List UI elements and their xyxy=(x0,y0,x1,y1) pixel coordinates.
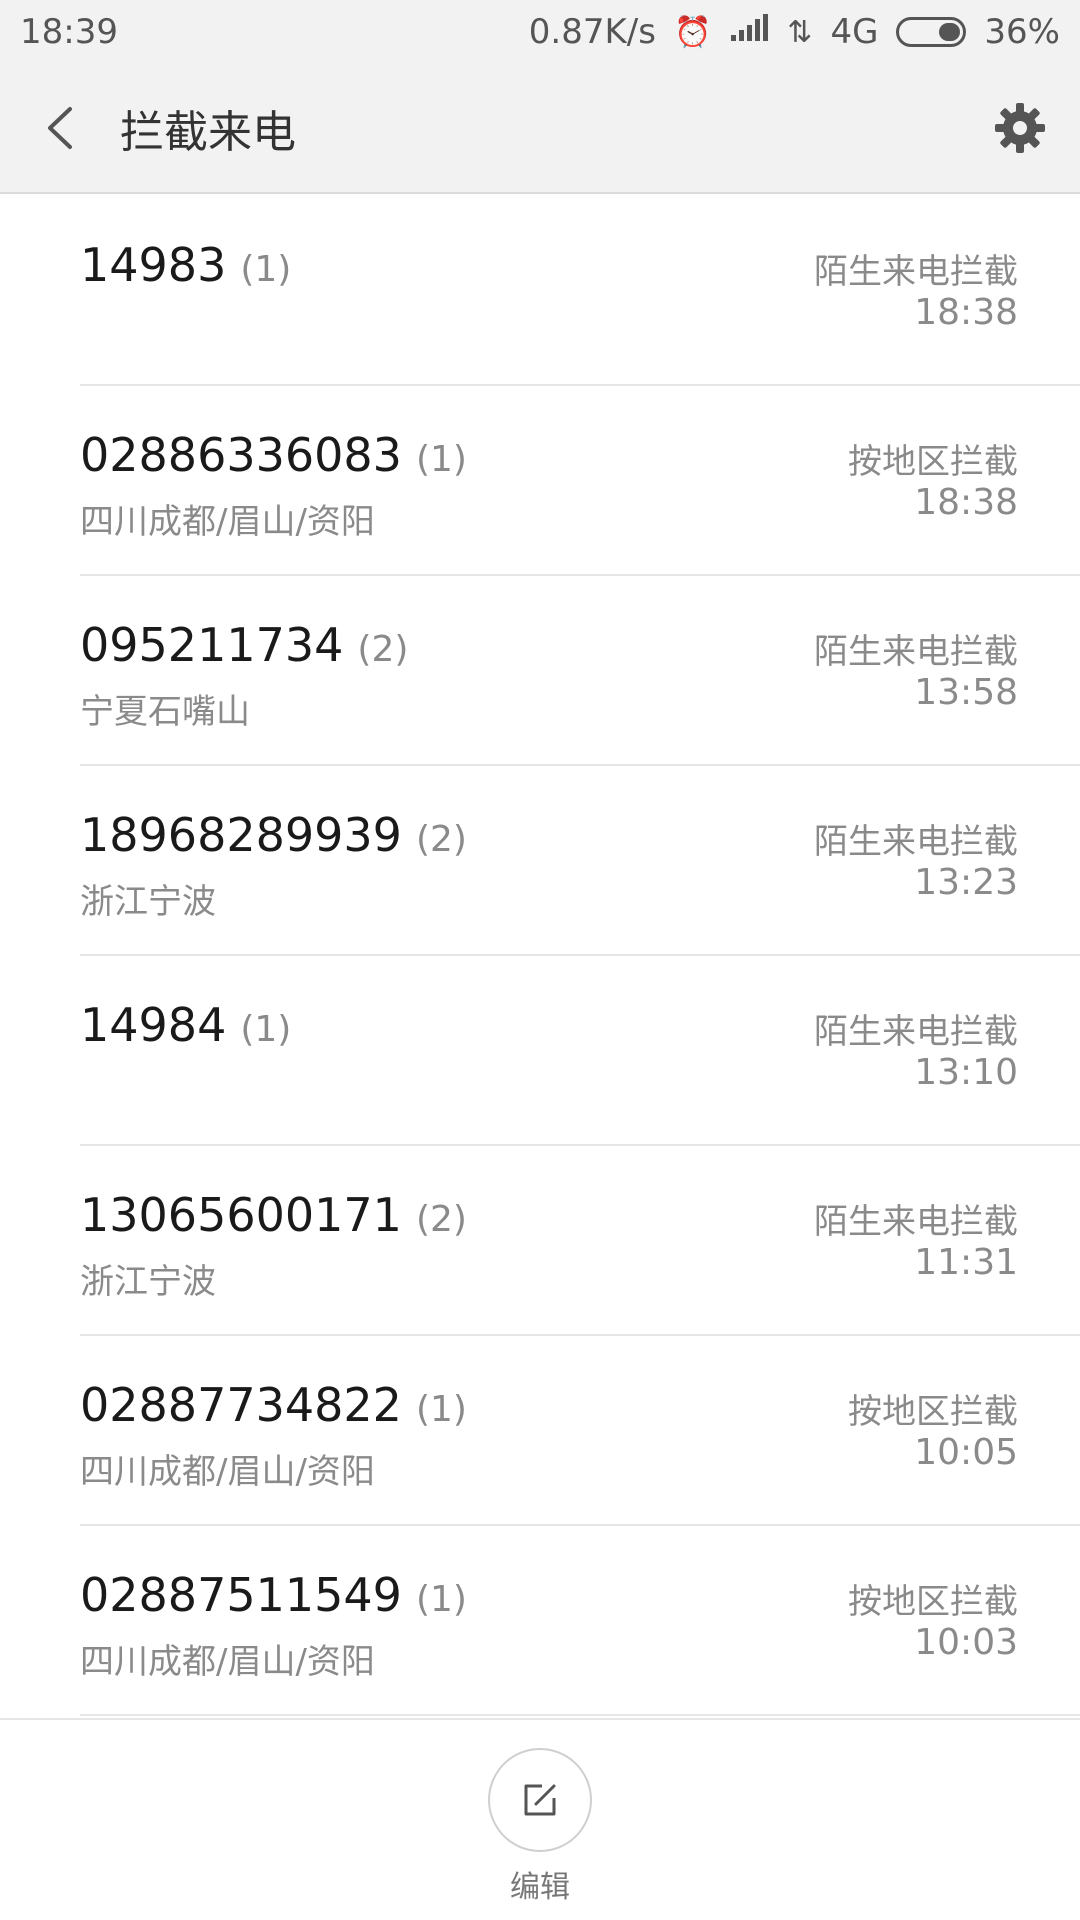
call-row-1[interactable]: 14983 (1) 陌生来电拦截 18:38 xyxy=(80,196,1080,386)
edit-label: 编辑 xyxy=(510,1870,570,1905)
call-count: (2) xyxy=(357,629,409,670)
block-type: 按地区拦截 xyxy=(848,1582,1018,1622)
alarm-icon: ⏰ xyxy=(673,14,712,50)
block-type: 陌生来电拦截 xyxy=(814,1012,1018,1052)
settings-button[interactable] xyxy=(960,63,1080,193)
call-row-4[interactable]: 18968289939 (2) 浙江宁波 陌生来电拦截 13:23 xyxy=(80,766,1080,956)
bottom-action-bar: 编辑 xyxy=(0,1718,1080,1920)
block-time: 18:38 xyxy=(914,292,1018,333)
call-row-3[interactable]: 095211734 (2) 宁夏石嘴山 陌生来电拦截 13:58 xyxy=(80,576,1080,766)
net-speed: 0.87K/s xyxy=(528,12,656,52)
call-row-6[interactable]: 13065600171 (2) 浙江宁波 陌生来电拦截 11:31 xyxy=(80,1146,1080,1336)
block-type: 陌生来电拦截 xyxy=(814,632,1018,672)
edit-icon xyxy=(524,1784,556,1816)
caller-location: 宁夏石嘴山 xyxy=(80,692,250,732)
block-time: 13:58 xyxy=(914,672,1018,713)
block-time: 11:31 xyxy=(914,1242,1018,1283)
phone-number: 02887511549 xyxy=(80,1568,402,1622)
phone-number: 14984 xyxy=(80,998,227,1052)
blocked-calls-screen: 18:39 0.87K/s ⏰ ⇅ 4G 36% 拦截来电 14983 (1) … xyxy=(0,0,1080,1920)
call-count: (1) xyxy=(240,249,292,290)
call-count: (1) xyxy=(240,1009,292,1050)
caller-location: 四川成都/眉山/资阳 xyxy=(80,1452,375,1492)
block-type: 按地区拦截 xyxy=(848,442,1018,482)
caller-location: 四川成都/眉山/资阳 xyxy=(80,502,375,542)
caller-location: 浙江宁波 xyxy=(80,882,216,922)
block-time: 13:10 xyxy=(914,1052,1018,1093)
call-count: (1) xyxy=(415,1389,467,1430)
gear-icon xyxy=(995,103,1045,153)
block-time: 13:23 xyxy=(914,862,1018,903)
call-count: (2) xyxy=(415,819,467,860)
battery-icon xyxy=(896,17,967,47)
call-count: (1) xyxy=(415,1579,467,1620)
phone-number: 18968289939 xyxy=(80,808,402,862)
call-row-7[interactable]: 02887734822 (1) 四川成都/眉山/资阳 按地区拦截 10:05 xyxy=(80,1336,1080,1526)
phone-number: 13065600171 xyxy=(80,1188,402,1242)
network-type: 4G xyxy=(830,12,879,52)
status-indicators: 0.87K/s ⏰ ⇅ 4G 36% xyxy=(529,12,1060,52)
chevron-left-icon xyxy=(48,107,72,149)
call-count: (2) xyxy=(415,1199,467,1240)
caller-location: 四川成都/眉山/资阳 xyxy=(80,1642,375,1682)
block-time: 10:05 xyxy=(914,1432,1018,1473)
block-type: 陌生来电拦截 xyxy=(814,822,1018,862)
block-type: 按地区拦截 xyxy=(848,1392,1018,1432)
block-time: 10:03 xyxy=(914,1622,1018,1663)
edit-button[interactable] xyxy=(488,1748,592,1852)
block-time: 18:38 xyxy=(914,482,1018,523)
call-count: (1) xyxy=(415,439,467,480)
back-button[interactable] xyxy=(0,63,120,193)
signal-icon xyxy=(729,12,769,52)
phone-number: 095211734 xyxy=(80,618,344,672)
phone-number: 02886336083 xyxy=(80,428,402,482)
caller-location: 浙江宁波 xyxy=(80,1262,216,1302)
title-bar: 拦截来电 xyxy=(0,64,1080,194)
block-type: 陌生来电拦截 xyxy=(814,252,1018,292)
blocked-call-list[interactable]: 14983 (1) 陌生来电拦截 18:38 02886336083 (1) 四… xyxy=(0,196,1080,1716)
phone-number: 14983 xyxy=(80,238,227,292)
call-row-5[interactable]: 14984 (1) 陌生来电拦截 13:10 xyxy=(80,956,1080,1146)
phone-number: 02887734822 xyxy=(80,1378,402,1432)
data-transfer-icon: ⇅ xyxy=(787,14,813,50)
status-time: 18:39 xyxy=(20,12,118,52)
call-row-2[interactable]: 02886336083 (1) 四川成都/眉山/资阳 按地区拦截 18:38 xyxy=(80,386,1080,576)
page-title: 拦截来电 xyxy=(120,107,296,158)
status-bar: 18:39 0.87K/s ⏰ ⇅ 4G 36% xyxy=(0,0,1080,64)
call-row-8[interactable]: 02887511549 (1) 四川成都/眉山/资阳 按地区拦截 10:03 xyxy=(80,1526,1080,1716)
battery-percent: 36% xyxy=(984,12,1060,52)
block-type: 陌生来电拦截 xyxy=(814,1202,1018,1242)
battery-level-fill xyxy=(939,23,961,41)
